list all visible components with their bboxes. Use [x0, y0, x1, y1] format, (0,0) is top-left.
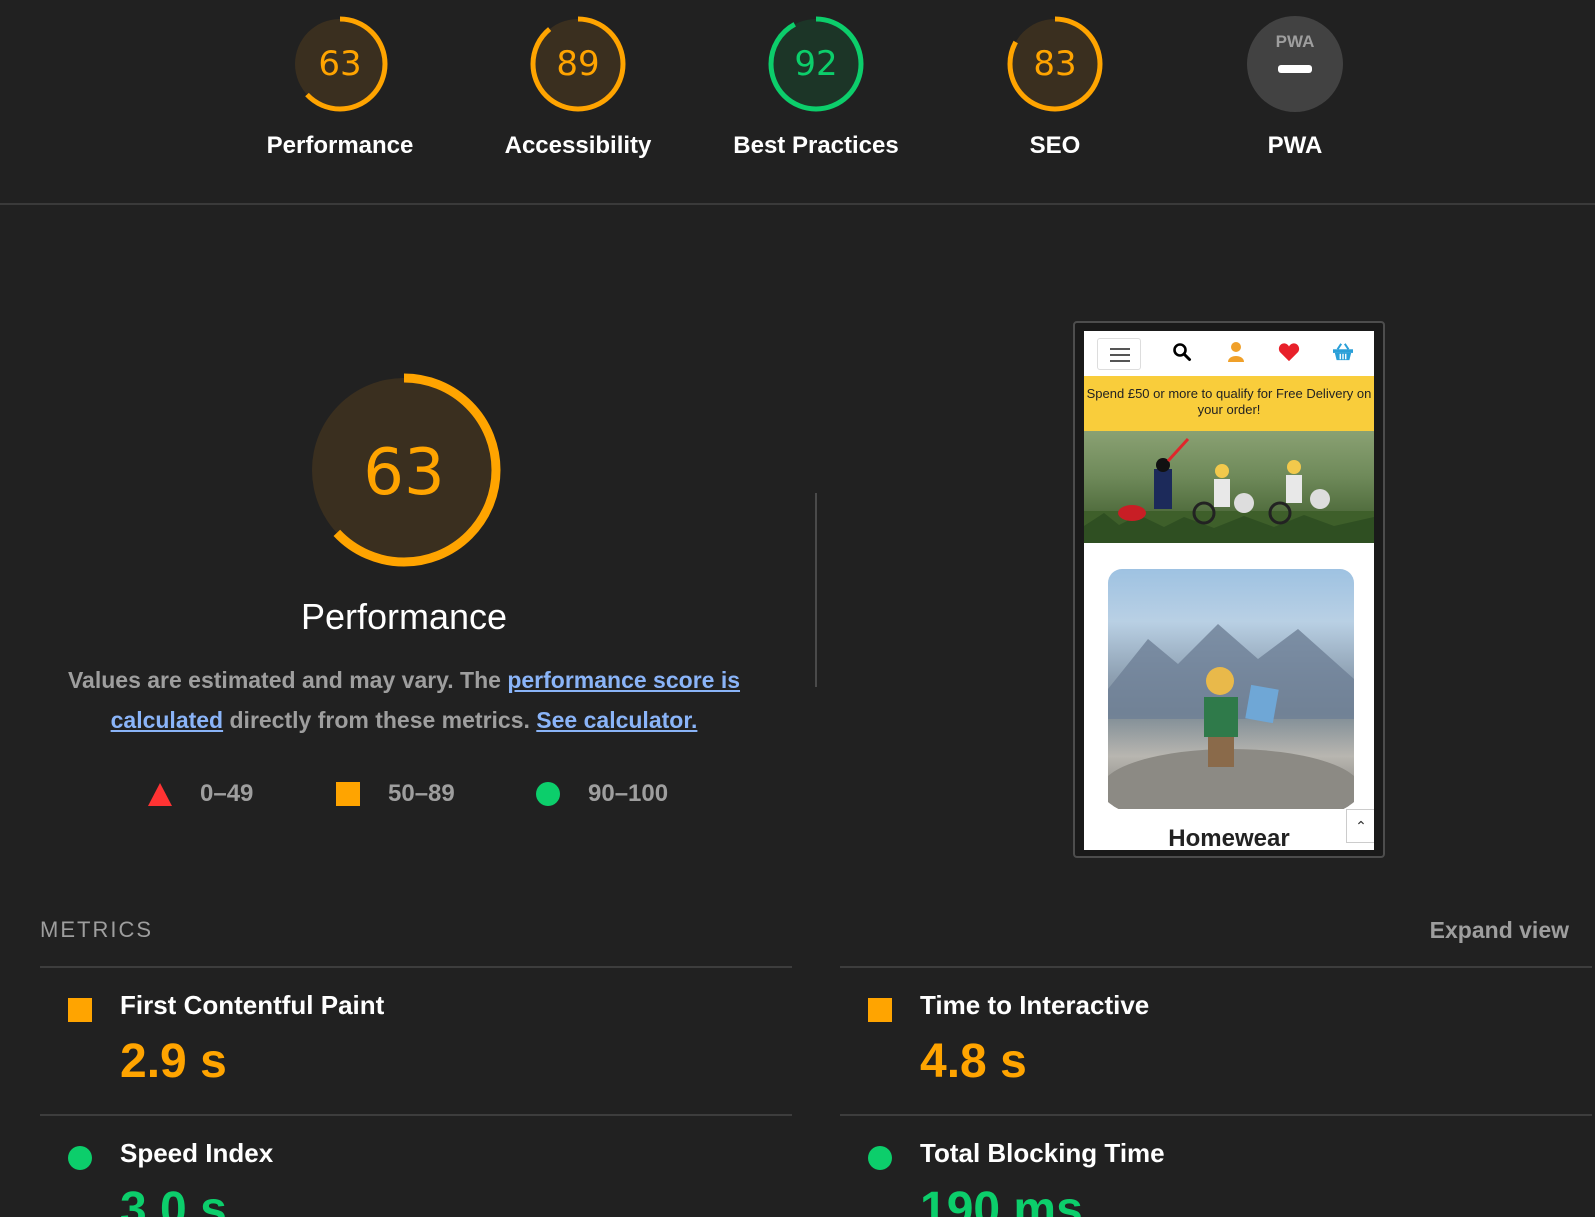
performance-title: Performance	[300, 596, 508, 637]
category-label: SEO	[1029, 132, 1081, 159]
category-label: Performance	[266, 132, 414, 159]
pwa-dash-icon	[1278, 65, 1312, 73]
metric-value: 4.8 s	[920, 1035, 1027, 1088]
performance-gauge: 63	[292, 16, 388, 112]
menu-icon	[1097, 338, 1141, 370]
category-label: Best Practices	[733, 132, 899, 159]
site-navbar	[1084, 331, 1374, 376]
divider	[840, 1114, 1592, 1116]
free-delivery-banner: Spend £50 or more to qualify for Free De…	[1084, 376, 1374, 431]
legend-range: 0–49	[200, 780, 254, 807]
lego-figures-image	[1084, 437, 1374, 543]
triangle-icon	[148, 782, 172, 806]
metric-value: 3.0 s	[120, 1183, 227, 1217]
legend-range: 50–89	[388, 780, 455, 807]
lego-explorer-image	[1101, 624, 1361, 829]
product-image-pillow	[1101, 569, 1361, 829]
category-accessibility[interactable]: 89 Accessibility	[478, 14, 678, 160]
circle-icon	[868, 1146, 892, 1170]
square-icon	[868, 998, 892, 1022]
score-legend: 0–49 50–89 90–100	[0, 780, 810, 816]
product-category-title: Homewear	[1168, 825, 1290, 850]
square-icon	[336, 782, 360, 806]
metric-speed-index: Speed Index 3.0 s	[40, 1138, 740, 1217]
legend-fail: 0–49	[148, 780, 253, 808]
category-best-practices[interactable]: 92 Best Practices	[716, 14, 916, 160]
metrics-heading: METRICS	[40, 917, 153, 942]
heart-icon	[1278, 343, 1300, 362]
circle-icon	[68, 1146, 92, 1170]
hero-image	[1084, 431, 1374, 543]
pwa-gauge: PWA	[1247, 16, 1343, 112]
category-label: PWA	[1267, 132, 1323, 159]
legend-average: 50–89	[336, 780, 455, 808]
category-performance[interactable]: 63 Performance	[240, 14, 440, 160]
expand-view-button[interactable]: Expand view	[1430, 917, 1569, 944]
performance-score: 63	[318, 44, 361, 84]
metric-name: Speed Index	[120, 1138, 274, 1168]
metric-first-contentful-paint: First Contentful Paint 2.9 s	[40, 990, 740, 1110]
metric-value: 190 ms	[920, 1183, 1083, 1217]
category-label: Accessibility	[504, 132, 652, 159]
legend-range: 90–100	[588, 780, 669, 807]
category-seo[interactable]: 83 SEO	[955, 14, 1155, 160]
vertical-divider	[815, 493, 817, 687]
see-calculator-link[interactable]: See calculator.	[536, 707, 697, 733]
performance-large-gauge: 63	[307, 373, 501, 567]
screenshot-viewport: Spend £50 or more to qualify for Free De…	[1084, 331, 1374, 850]
circle-icon	[536, 782, 560, 806]
divider	[40, 1114, 792, 1116]
basket-icon	[1333, 343, 1353, 361]
metric-name: Time to Interactive	[920, 990, 1150, 1020]
user-icon	[1228, 342, 1244, 362]
desc-text: Values are estimated and may vary. The	[67, 667, 508, 693]
metric-name: First Contentful Paint	[120, 990, 385, 1020]
divider	[840, 966, 1592, 968]
performance-description: Values are estimated and may vary. The p…	[60, 660, 748, 740]
search-icon	[1173, 343, 1191, 361]
final-screenshot[interactable]: Spend £50 or more to qualify for Free De…	[1073, 321, 1385, 858]
divider	[40, 966, 792, 968]
performance-gauge-large: 63	[40, 370, 768, 575]
category-scores-bar: 63 Performance 89 Accessibility 92 Best …	[0, 0, 1595, 205]
seo-gauge: 83	[1007, 16, 1103, 112]
metric-time-to-interactive: Time to Interactive 4.8 s	[840, 990, 1540, 1110]
metric-total-blocking-time: Total Blocking Time 190 ms	[840, 1138, 1540, 1217]
best-practices-score: 92	[794, 44, 837, 84]
square-icon	[68, 998, 92, 1022]
seo-score: 83	[1033, 44, 1076, 84]
accessibility-score: 89	[556, 44, 599, 84]
pwa-badge-icon: PWA	[1276, 32, 1315, 51]
metric-value: 2.9 s	[120, 1035, 227, 1088]
metric-name: Total Blocking Time	[920, 1138, 1165, 1168]
best-practices-gauge: 92	[768, 16, 864, 112]
legend-pass: 90–100	[536, 780, 668, 808]
accessibility-gauge: 89	[530, 16, 626, 112]
performance-large-score: 63	[363, 436, 444, 510]
category-pwa[interactable]: PWA PWA	[1195, 14, 1395, 160]
desc-text: directly from these metrics.	[223, 707, 537, 733]
